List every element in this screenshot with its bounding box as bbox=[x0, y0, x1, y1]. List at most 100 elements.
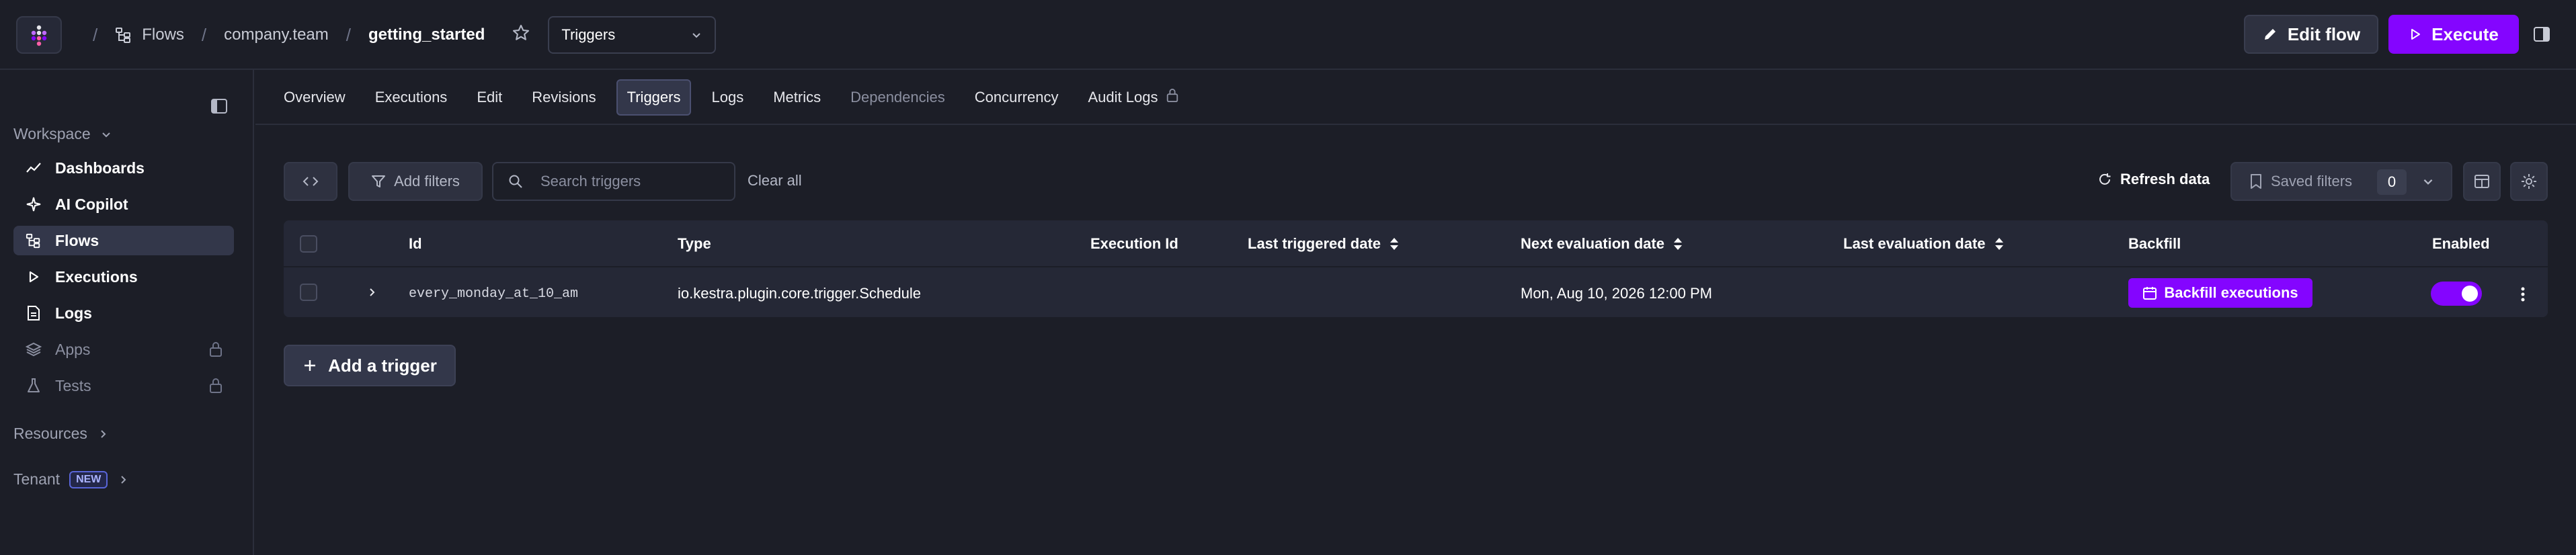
chevron-right-icon bbox=[101, 429, 106, 438]
tab-triggers[interactable]: Triggers bbox=[616, 79, 692, 116]
sidebar-item-dashboards[interactable]: Dashboards bbox=[13, 153, 234, 183]
refresh-data-button[interactable]: Refresh data bbox=[2097, 171, 2210, 188]
chevron-down-icon bbox=[102, 132, 110, 137]
saved-filters-label: Saved filters bbox=[2271, 173, 2353, 189]
saved-filters-dropdown[interactable]: Saved filters 0 bbox=[2230, 162, 2452, 201]
sidebar-item-label: Dashboards bbox=[55, 159, 145, 177]
enabled-toggle[interactable] bbox=[2431, 282, 2482, 306]
sidebar-item-label: Logs bbox=[55, 304, 92, 322]
sidebar-item-tests[interactable]: Tests bbox=[13, 371, 234, 400]
breadcrumb-flows[interactable]: Flows bbox=[115, 26, 184, 44]
sidebar-item-logs[interactable]: Logs bbox=[13, 298, 234, 328]
column-header-id: Id bbox=[409, 235, 422, 252]
more-options-icon[interactable] bbox=[2520, 285, 2526, 304]
refresh-icon bbox=[2099, 173, 2111, 185]
tab-audit-logs-label: Audit Logs bbox=[1088, 89, 1158, 105]
side-panel-toggle-icon[interactable] bbox=[2533, 26, 2550, 43]
play-icon bbox=[2411, 29, 2421, 40]
resources-section[interactable]: Resources bbox=[13, 425, 109, 443]
sidebar-item-label: Apps bbox=[55, 340, 91, 358]
tab-revisions[interactable]: Revisions bbox=[522, 79, 605, 116]
sidebar-item-label: Flows bbox=[55, 231, 99, 249]
sort-icon bbox=[1995, 238, 2003, 250]
sort-icon bbox=[1673, 238, 1682, 250]
sidebar-item-label: Executions bbox=[55, 267, 138, 286]
tab-edit[interactable]: Edit bbox=[467, 79, 512, 116]
column-header-execution-id: Execution Id bbox=[1090, 235, 1178, 252]
trigger-next-evaluation: Mon, Aug 10, 2026 12:00 PM bbox=[1521, 285, 1712, 302]
code-view-button[interactable] bbox=[284, 162, 337, 201]
column-header-enabled: Enabled bbox=[2432, 235, 2490, 252]
flow-icon bbox=[26, 232, 42, 249]
gear-icon bbox=[2522, 174, 2536, 189]
breadcrumb-separator: / bbox=[346, 24, 351, 45]
code-icon bbox=[303, 177, 319, 186]
layers-icon bbox=[26, 341, 42, 357]
search-triggers[interactable] bbox=[492, 162, 735, 201]
saved-filters-count: 0 bbox=[2377, 169, 2407, 195]
new-badge: NEW bbox=[69, 470, 108, 488]
workspace-selector[interactable]: Workspace bbox=[13, 125, 112, 143]
kestra-logo[interactable] bbox=[16, 16, 62, 54]
sidebar-item-executions[interactable]: Executions bbox=[13, 262, 234, 292]
tab-overview[interactable]: Overview bbox=[274, 79, 355, 116]
toggle-knob bbox=[2462, 286, 2478, 302]
bookmark-icon bbox=[2251, 174, 2261, 189]
edit-flow-label: Edit flow bbox=[2287, 24, 2361, 44]
refresh-data-label: Refresh data bbox=[2120, 171, 2210, 187]
star-icon[interactable] bbox=[512, 24, 530, 47]
filter-icon bbox=[372, 175, 386, 187]
sidebar: Workspace Dashboards AI Copilot Flows Ex… bbox=[0, 70, 254, 555]
select-all-checkbox[interactable] bbox=[300, 235, 317, 253]
flask-icon bbox=[26, 378, 42, 394]
add-filters-button[interactable]: Add filters bbox=[348, 162, 483, 201]
backfill-executions-button[interactable]: Backfill executions bbox=[2128, 278, 2312, 308]
tab-executions[interactable]: Executions bbox=[366, 79, 457, 116]
table-columns-button[interactable] bbox=[2463, 162, 2501, 201]
play-icon bbox=[26, 269, 42, 285]
triggers-table: Id Type Execution Id Last triggered date… bbox=[284, 220, 2548, 317]
breadcrumb-namespace[interactable]: company.team bbox=[224, 26, 329, 44]
breadcrumb-separator: / bbox=[201, 24, 207, 45]
backfill-executions-label: Backfill executions bbox=[2164, 284, 2298, 301]
sidebar-item-apps[interactable]: Apps bbox=[13, 335, 234, 364]
trigger-type: io.kestra.plugin.core.trigger.Schedule bbox=[678, 285, 921, 302]
row-checkbox[interactable] bbox=[300, 284, 317, 301]
tab-audit-logs[interactable]: Audit Logs bbox=[1078, 79, 1189, 116]
search-input[interactable] bbox=[540, 173, 715, 190]
chevron-down-icon bbox=[692, 33, 701, 38]
sparkle-icon bbox=[26, 196, 42, 212]
sidebar-item-flows[interactable]: Flows bbox=[13, 226, 234, 255]
clear-all-button[interactable]: Clear all bbox=[748, 172, 802, 189]
tab-concurrency[interactable]: Concurrency bbox=[965, 79, 1068, 116]
chevron-right-icon[interactable] bbox=[366, 285, 378, 302]
plus-icon bbox=[305, 360, 316, 371]
table-row[interactable]: every_monday_at_10_am io.kestra.plugin.c… bbox=[284, 269, 2548, 317]
workspace-label: Workspace bbox=[13, 125, 91, 142]
sidebar-item-label: AI Copilot bbox=[55, 195, 128, 213]
tab-logs[interactable]: Logs bbox=[702, 79, 753, 116]
view-select[interactable]: Triggers bbox=[548, 16, 717, 54]
chart-line-icon bbox=[26, 160, 42, 176]
logo-icon bbox=[31, 25, 47, 46]
add-trigger-button[interactable]: Add a trigger bbox=[284, 345, 456, 386]
edit-flow-button[interactable]: Edit flow bbox=[2244, 15, 2378, 54]
lock-icon bbox=[1166, 88, 1179, 107]
tab-metrics[interactable]: Metrics bbox=[764, 79, 830, 116]
collapse-sidebar-icon[interactable] bbox=[210, 97, 229, 116]
tab-dependencies[interactable]: Dependencies bbox=[841, 79, 955, 116]
settings-button[interactable] bbox=[2510, 162, 2548, 201]
breadcrumb-separator: / bbox=[93, 24, 98, 45]
add-trigger-label: Add a trigger bbox=[328, 355, 437, 376]
table-header: Id Type Execution Id Last triggered date… bbox=[284, 220, 2548, 267]
lock-icon bbox=[208, 378, 223, 398]
tenant-section[interactable]: Tenant NEW bbox=[13, 470, 129, 488]
column-header-next-evaluation[interactable]: Next evaluation date bbox=[1521, 235, 1683, 253]
breadcrumb-flow-id: getting_started bbox=[368, 26, 485, 44]
column-header-last-evaluation[interactable]: Last evaluation date bbox=[1843, 235, 2005, 253]
sidebar-item-ai-copilot[interactable]: AI Copilot bbox=[13, 189, 234, 219]
column-header-last-triggered[interactable]: Last triggered date bbox=[1248, 235, 1400, 253]
execute-button[interactable]: Execute bbox=[2388, 15, 2519, 54]
trigger-id: every_monday_at_10_am bbox=[409, 286, 579, 302]
chevron-down-icon bbox=[2421, 175, 2435, 192]
